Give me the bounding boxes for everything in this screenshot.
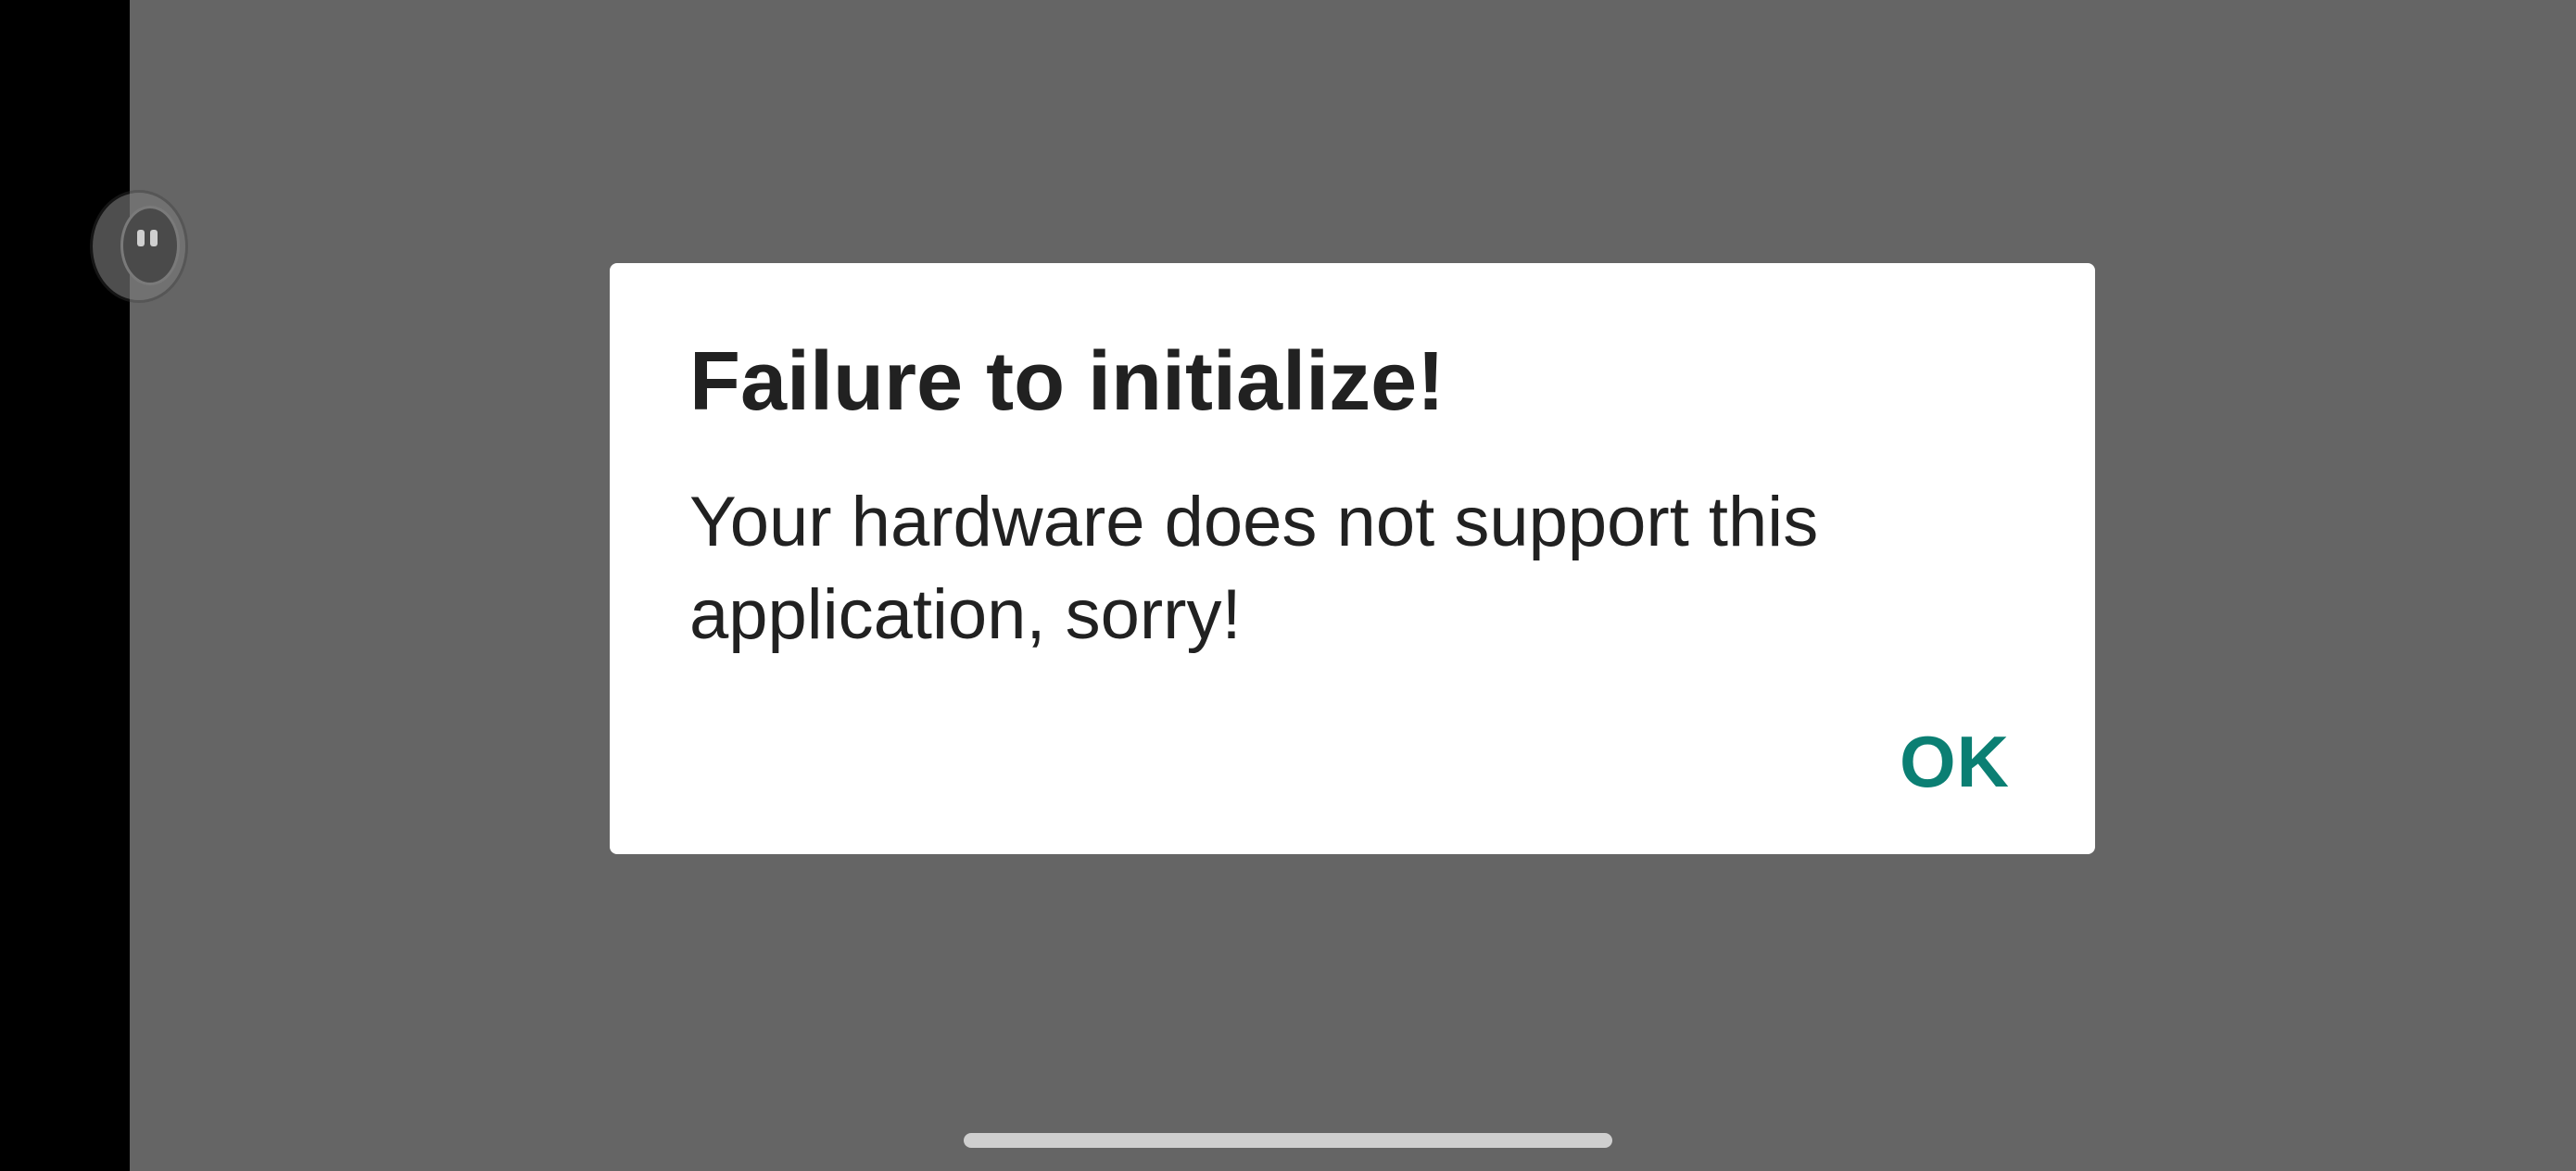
floating-bubble[interactable] — [93, 193, 185, 300]
dialog-message: Your hardware does not support this appl… — [689, 483, 1819, 654]
device-screen: Failure to initialize! Your hardware doe… — [0, 0, 2576, 1171]
gesture-navigation-handle[interactable] — [964, 1133, 1612, 1148]
pause-bar-right — [150, 230, 158, 246]
dialog-title: Failure to initialize! — [689, 335, 1446, 428]
pause-bar-left — [137, 230, 145, 246]
ok-button[interactable]: OK — [1900, 715, 2010, 808]
display-cutout-area — [0, 0, 130, 1171]
alert-dialog: Failure to initialize! Your hardware doe… — [610, 263, 2095, 854]
